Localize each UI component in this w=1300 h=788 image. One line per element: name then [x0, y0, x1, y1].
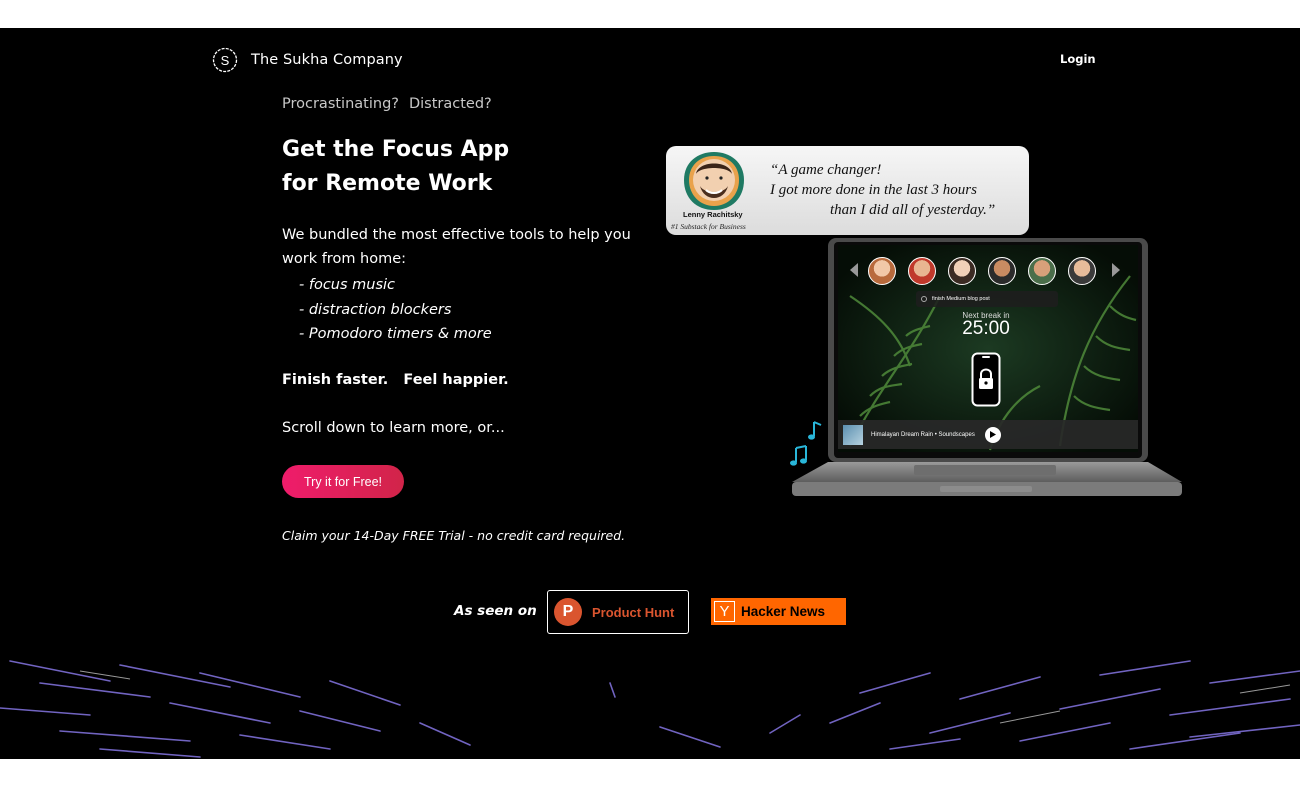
eyebrow: Procrastinating? Distracted?: [282, 96, 492, 112]
trial-note: Claim your 14-Day FREE Trial - no credit…: [282, 528, 626, 543]
phone-lock-icon: [971, 352, 1001, 407]
friend-avatar[interactable]: [868, 257, 896, 285]
login-link[interactable]: Login: [1060, 52, 1096, 66]
music-notes-icon: [790, 421, 822, 466]
feature-focus-music: - focus music: [299, 277, 396, 293]
hacker-news-icon: Y: [714, 601, 735, 622]
chevron-left-icon[interactable]: [848, 262, 860, 278]
eyebrow-distracted: Distracted?: [408, 96, 492, 112]
quote-line-1: “A game changer!: [770, 162, 882, 178]
tagline: Finish faster. Feel happier.: [282, 372, 509, 388]
as-seen-on-label: As seen on: [454, 603, 537, 619]
testimonial-name: Lenny Rachitsky: [683, 210, 743, 219]
page-title: Get the Focus App for Remote Work: [282, 133, 509, 201]
testimonial-quote: “A game changer! I got more done in the …: [770, 160, 1010, 220]
quote-line-3: than I did all of yesterday.”: [830, 202, 996, 218]
sukha-logo-icon: S: [212, 47, 238, 73]
star-streaks-decoration: [0, 660, 1300, 758]
friend-avatar[interactable]: [1068, 257, 1096, 285]
testimonial-card: Lenny Rachitsky #1 Substack for Business…: [666, 146, 1029, 235]
scroll-note: Scroll down to learn more, or...: [282, 420, 505, 436]
play-icon: [989, 431, 996, 438]
headline-line-2: for Remote Work: [282, 171, 493, 196]
play-button[interactable]: [984, 426, 1001, 443]
friend-avatar[interactable]: [908, 257, 936, 285]
product-hunt-icon: P: [554, 598, 582, 626]
chevron-right-icon[interactable]: [1110, 262, 1122, 278]
brand[interactable]: S The Sukha Company: [211, 46, 403, 74]
eyebrow-procrastinating: Procrastinating?: [282, 96, 399, 112]
hacker-news-label: Hacker News: [741, 604, 826, 619]
pomodoro-timer: 25:00: [962, 318, 1010, 339]
product-hunt-label: Product Hunt: [592, 604, 675, 620]
testimonial-role: #1 Substack for Business: [671, 222, 746, 231]
task-label: finish Medium blog post: [932, 296, 990, 302]
track-thumbnail: [843, 424, 863, 445]
quote-line-2: I got more done in the last 3 hours: [770, 182, 977, 198]
intro-text: We bundled the most effective tools to h…: [282, 227, 631, 267]
feature-list: - focus music - distraction blockers - P…: [299, 273, 492, 347]
logo-letter: S: [221, 53, 230, 68]
hacker-news-badge[interactable]: Y Hacker News: [711, 598, 846, 625]
friend-avatar[interactable]: [988, 257, 1016, 285]
hero-section: S The Sukha Company Login Procrastinatin…: [0, 28, 1300, 759]
brand-name: The Sukha Company: [251, 52, 403, 68]
product-hunt-badge[interactable]: P Product Hunt: [547, 590, 689, 634]
headline-line-1: Get the Focus App: [282, 137, 510, 162]
current-task[interactable]: finish Medium blog post: [916, 291, 1058, 307]
friend-avatar[interactable]: [1028, 257, 1056, 285]
friend-avatar[interactable]: [948, 257, 976, 285]
task-checkbox-icon[interactable]: [921, 296, 927, 302]
try-free-button[interactable]: Try it for Free!: [282, 465, 404, 498]
music-player: Himalayan Dream Rain • Soundscapes: [838, 420, 1138, 449]
feature-distraction-blockers: - distraction blockers: [299, 301, 452, 318]
testimonial-avatar: [684, 152, 744, 210]
feature-pomodoro-timers: - Pomodoro timers & more: [299, 326, 492, 342]
track-title: Himalayan Dream Rain • Soundscapes: [871, 431, 975, 438]
